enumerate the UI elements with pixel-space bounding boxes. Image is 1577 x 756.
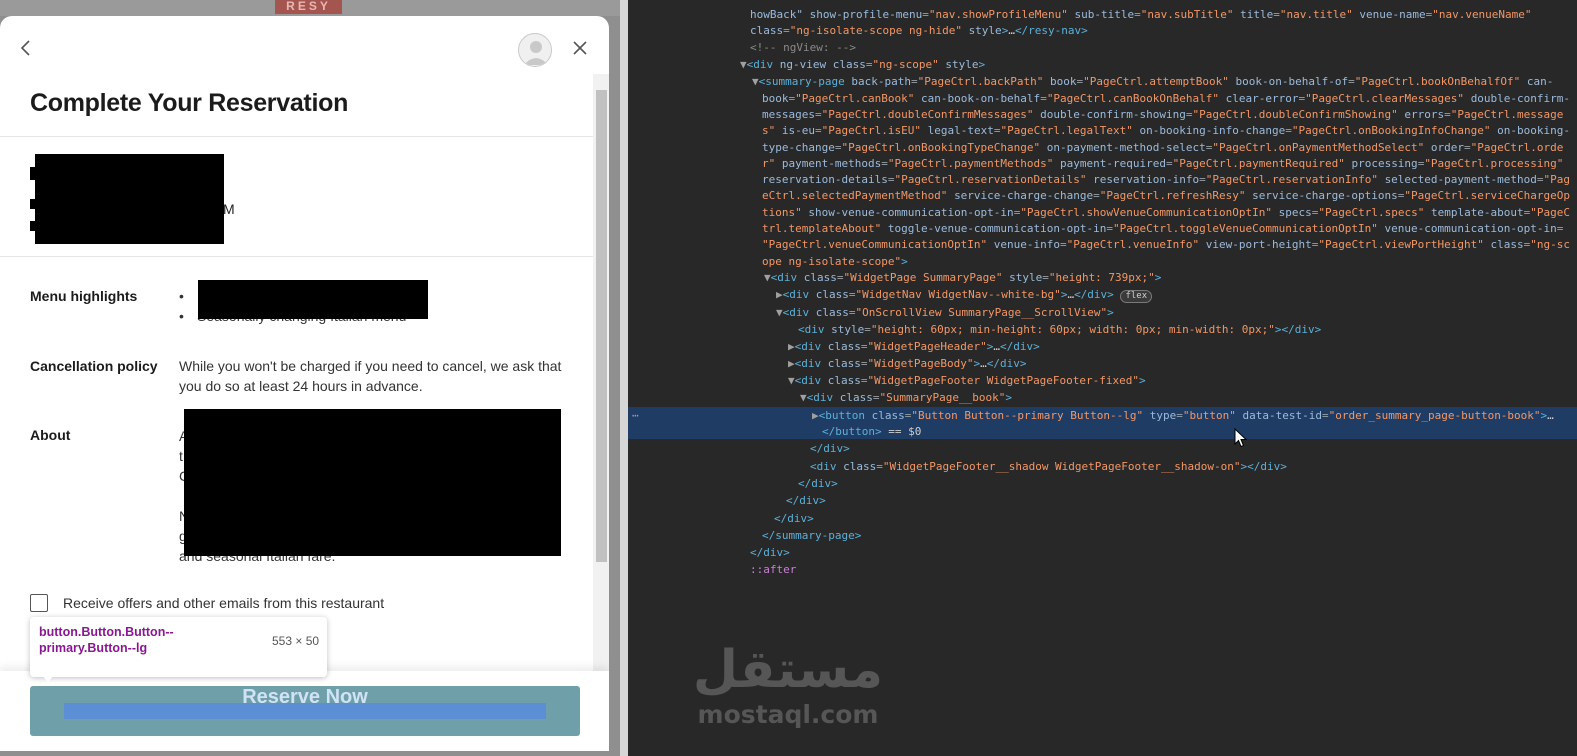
code-line[interactable]: r" payment-methods="PageCtrl.paymentMeth… xyxy=(762,156,1563,172)
after-pseudo-element[interactable]: ::after xyxy=(750,563,796,576)
email-optin[interactable]: Receive offers and other emails from thi… xyxy=(30,594,384,612)
code-line[interactable]: ▶<div class="WidgetNav WidgetNav--white-… xyxy=(776,287,1153,303)
code-line[interactable]: ▼<div class="WidgetPage SummaryPage" sty… xyxy=(764,270,1161,286)
code-line[interactable]: ::after xyxy=(750,562,796,578)
cancellation-policy-label: Cancellation policy xyxy=(30,358,158,374)
watermark-arabic: مستقل xyxy=(692,640,884,700)
code-line[interactable]: ▼<div class="OnScrollView SummaryPage__S… xyxy=(776,305,1114,321)
code-line[interactable]: tions" show-venue-communication-opt-in="… xyxy=(762,205,1570,221)
code-line[interactable]: ▼<summary-page back-path="PageCtrl.backP… xyxy=(752,74,1553,90)
code-line[interactable]: howBack" show-profile-menu="nav.showProf… xyxy=(750,7,1532,23)
inspector-tooltip: button.Button.Button--primary.Button--lg… xyxy=(30,617,327,682)
redacted-block xyxy=(184,409,561,556)
code-line[interactable]: ope ng-isolate-scope"> xyxy=(762,254,908,270)
modal-scrollbar-thumb[interactable] xyxy=(596,90,607,562)
background-logo: RESY xyxy=(275,0,342,14)
modal-footer: Reserve Now xyxy=(0,671,609,751)
code-line[interactable]: book="PageCtrl.canBook" can-book-on-beha… xyxy=(762,91,1570,107)
menu-highlights-label: Menu highlights xyxy=(30,288,138,304)
reserve-now-button[interactable]: Reserve Now xyxy=(30,686,580,736)
profile-avatar-icon[interactable] xyxy=(518,33,552,67)
code-line[interactable]: </div> xyxy=(774,511,814,527)
code-line[interactable]: "PageCtrl.venueCommunicationOptIn" venue… xyxy=(762,237,1570,253)
code-line[interactable]: class="ng-isolate-scope ng-hide" style>…… xyxy=(750,23,1088,39)
code-line[interactable]: type-change="PageCtrl.onBookingTypeChang… xyxy=(762,140,1563,156)
code-line[interactable]: <div class="WidgetPageFooter__shadow Wid… xyxy=(810,459,1287,475)
redacted-block xyxy=(35,154,224,244)
flex-badge[interactable]: flex xyxy=(1120,290,1153,303)
watermark: مستقل mostaql.com xyxy=(688,640,888,730)
code-line[interactable]: </summary-page> xyxy=(762,528,861,544)
code-line[interactable]: ▶<div class="WidgetPageHeader">…</div> xyxy=(788,339,1040,355)
mouse-cursor-icon xyxy=(1234,428,1248,448)
title-divider xyxy=(0,136,593,137)
more-options-icon[interactable]: ⋯ xyxy=(632,409,639,422)
tooltip-dimensions: 553 × 50 xyxy=(272,634,320,648)
code-line[interactable]: ▼<div ng-view class="ng-scope" style> xyxy=(740,57,985,73)
code-line[interactable]: </div> xyxy=(786,493,826,509)
code-line[interactable]: <!-- ngView: --> xyxy=(750,40,856,56)
reservation-time-fragment: M xyxy=(223,201,235,217)
code-line[interactable]: ▶<div class="WidgetPageBody">…</div> xyxy=(788,356,1026,372)
code-line[interactable]: </div> xyxy=(798,476,838,492)
tooltip-arrow xyxy=(42,675,54,682)
code-line[interactable]: ▼<div class="SummaryPage__book"> xyxy=(800,390,1012,406)
code-line[interactable]: reservation-details="PageCtrl.reservatio… xyxy=(762,172,1570,188)
tooltip-selector: button.Button.Button--primary.Button--lg xyxy=(39,625,174,655)
selected-node-marker: == $0 xyxy=(888,425,922,438)
code-line[interactable]: </div> xyxy=(750,545,790,561)
code-line[interactable]: <div style="height: 60px; min-height: 60… xyxy=(798,322,1321,338)
reserve-now-label: Reserve Now xyxy=(242,686,368,708)
cancellation-policy-text: While you won't be charged if you need t… xyxy=(179,358,562,394)
redacted-block xyxy=(198,280,428,319)
devtools-elements-panel: ⋯ howBack" show-profile-menu="nav.showPr… xyxy=(628,0,1577,756)
summary-divider xyxy=(0,256,593,257)
code-line[interactable]: messages="PageCtrl.doubleConfirmMessages… xyxy=(762,107,1563,123)
code-line[interactable]: trl.templateAbout" toggle-venue-communic… xyxy=(762,221,1563,237)
panel-divider[interactable] xyxy=(620,0,628,756)
close-icon[interactable] xyxy=(570,38,590,58)
about-label: About xyxy=(30,427,71,443)
code-line-selected[interactable]: </button> == $0 xyxy=(822,424,921,440)
code-line[interactable]: ▼<div class="WidgetPageFooter WidgetPage… xyxy=(788,373,1146,389)
optin-checkbox[interactable] xyxy=(30,594,48,612)
modal-title: Complete Your Reservation xyxy=(30,89,349,117)
reservation-summary: M xyxy=(30,154,290,254)
optin-label: Receive offers and other emails from thi… xyxy=(63,595,385,611)
code-line[interactable]: s" is-eu="PageCtrl.isEU" legal-text="Pag… xyxy=(762,123,1570,139)
back-arrow-icon[interactable] xyxy=(16,38,36,58)
code-line[interactable]: </div> xyxy=(810,441,850,457)
watermark-latin: mostaql.com xyxy=(697,700,879,729)
code-line-selected[interactable]: ▶<button class="Button Button--primary B… xyxy=(812,408,1554,424)
code-line[interactable]: eCtrl.selectedPaymentMethod" service-cha… xyxy=(762,188,1570,204)
